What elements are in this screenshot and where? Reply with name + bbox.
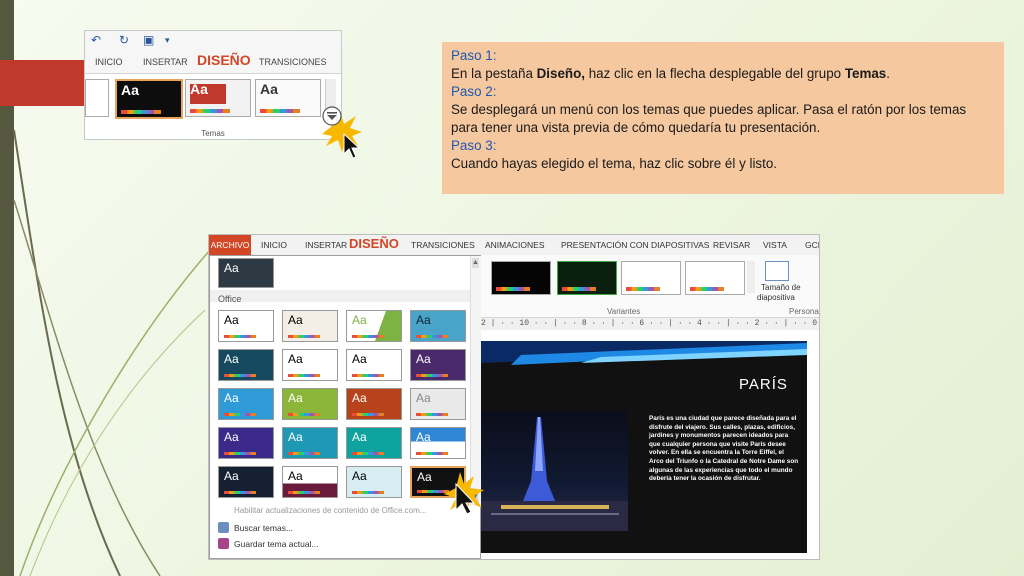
slide-preview[interactable]: PARÍS París es una ciudad que parece dis… [481, 341, 807, 553]
variant-thumbnail[interactable] [557, 261, 617, 295]
theme-thumbnail[interactable] [85, 79, 109, 117]
tab-insertar[interactable]: INSERTAR [305, 240, 347, 250]
theme-thumbnail[interactable]: Aa [218, 349, 274, 381]
theme-thumbnail[interactable]: Aa [410, 427, 466, 459]
ribbon-tabs: INICIO INSERTAR DISEÑO TRANSICIONES [85, 51, 341, 74]
design-ribbon: Variantes Tamaño de diapositiva Personal [481, 255, 819, 318]
theme-thumbnail[interactable]: Aa [282, 427, 338, 459]
browse-themes-icon [218, 522, 229, 533]
theme-thumbnail[interactable]: Aa [185, 79, 251, 117]
save-theme-icon [218, 538, 229, 549]
theme-thumbnail[interactable]: Aa [282, 388, 338, 420]
step2-label: Paso 2: [451, 84, 497, 99]
theme-thumbnail[interactable]: Aa [346, 427, 402, 459]
menu-browse-themes[interactable]: Buscar temas... [234, 523, 293, 533]
redo-icon[interactable]: ↻ [119, 33, 129, 47]
theme-thumbnail[interactable]: Aa [410, 388, 466, 420]
undo-icon[interactable]: ↶ [91, 33, 101, 47]
scroll-up-icon[interactable]: ▲ [472, 258, 479, 268]
group-label-variantes: Variantes [607, 307, 641, 316]
current-theme-thumbnail[interactable]: Aa [218, 258, 274, 288]
quick-access-toolbar: ↶ ↻ ▣ ▾ [85, 31, 341, 51]
slide-body-text: París es una ciudad que parece diseñada … [649, 415, 799, 483]
theme-thumbnail[interactable]: Aa [346, 466, 402, 498]
slide-size-label[interactable]: Tamaño de [761, 283, 801, 292]
theme-thumbnail[interactable]: Aa [255, 79, 321, 117]
variant-thumbnail[interactable] [685, 261, 745, 295]
variant-thumbnail[interactable] [491, 261, 551, 295]
theme-thumbnail[interactable]: Aa [218, 310, 274, 342]
customize-icon[interactable]: ▾ [165, 35, 170, 46]
theme-thumbnail[interactable]: Aa [282, 310, 338, 342]
theme-thumbnail[interactable]: Aa [218, 466, 274, 498]
tab-transiciones[interactable]: TRANSICIONES [411, 240, 475, 250]
design-tab-screenshot: ↶ ↻ ▣ ▾ INICIO INSERTAR DISEÑO TRANSICIO… [84, 30, 342, 140]
menu-enable-updates: Habilitar actualizaciones de contenido d… [234, 506, 427, 515]
step1-label: Paso 1: [451, 48, 497, 63]
theme-thumbnail[interactable]: Aa [346, 349, 402, 381]
theme-thumbnail[interactable]: Aa [346, 388, 402, 420]
slide-banner [481, 341, 807, 365]
slide-title: PARÍS [739, 376, 788, 393]
theme-thumbnail[interactable]: Aa [282, 349, 338, 381]
tab-revisar[interactable]: REVISAR [713, 240, 750, 250]
presentation-icon[interactable]: ▣ [143, 33, 154, 47]
tab-transiciones[interactable]: TRANSICIONES [259, 57, 327, 67]
variants-scroll[interactable] [747, 261, 755, 293]
gallery-scrollbar[interactable]: ▲ ▼ [470, 256, 481, 506]
group-label-personalizar: Personal [789, 307, 820, 316]
tab-inicio[interactable]: INICIO [261, 240, 287, 250]
tab-vista[interactable]: VISTA [763, 240, 787, 250]
ribbon-tabs: ARCHIVO INICIO INSERTAR DISEÑO TRANSICIO… [209, 235, 819, 256]
step2-text: Se desplegará un menú con los temas que … [451, 102, 967, 135]
ruler: 2 | · · 10 · · | · · 8 · · | · · 6 · · |… [481, 318, 819, 330]
tab-gcf[interactable]: GCF [805, 240, 819, 250]
tab-animaciones[interactable]: ANIMACIONES [485, 240, 545, 250]
eiffel-tower-photo [481, 411, 628, 531]
slide-size-icon[interactable] [765, 261, 789, 281]
section-header [210, 290, 470, 302]
tab-presentacion[interactable]: PRESENTACIÓN CON DIAPOSITIVAS [561, 240, 709, 250]
powerpoint-screenshot: ARCHIVO INICIO INSERTAR DISEÑO TRANSICIO… [208, 234, 820, 560]
theme-thumbnail[interactable]: Aa [115, 79, 183, 119]
theme-thumbnail[interactable]: Aa [410, 349, 466, 381]
theme-thumbnail[interactable]: Aa [346, 310, 402, 342]
variant-thumbnail[interactable] [621, 261, 681, 295]
section-label-office: Office [218, 294, 242, 304]
theme-thumbnail[interactable]: Aa [218, 388, 274, 420]
tab-inicio[interactable]: INICIO [95, 57, 123, 67]
group-label-temas: Temas [201, 129, 225, 138]
tab-diseno[interactable]: DISEÑO [197, 52, 251, 68]
theme-thumbnail[interactable]: Aa [282, 466, 338, 498]
slide-size-label[interactable]: diapositiva [757, 293, 795, 302]
step1-text: En la pestaña Diseño, haz clic en la fle… [451, 66, 890, 81]
more-themes-dropdown-button[interactable] [318, 104, 366, 162]
tab-diseno[interactable]: DISEÑO [349, 236, 399, 251]
tab-archivo[interactable]: ARCHIVO [209, 235, 251, 255]
instructions-panel: Paso 1: En la pestaña Diseño, haz clic e… [442, 42, 1004, 194]
step3-text: Cuando hayas elegido el tema, haz clic s… [451, 156, 778, 171]
tab-insertar[interactable]: INSERTAR [143, 57, 188, 67]
step3-label: Paso 3: [451, 138, 497, 153]
cursor-icon [444, 472, 484, 515]
red-accent-tab [0, 60, 84, 106]
menu-save-current-theme[interactable]: Guardar tema actual... [234, 539, 319, 549]
theme-thumbnail[interactable]: Aa [410, 310, 466, 342]
theme-thumbnail[interactable]: Aa [218, 427, 274, 459]
